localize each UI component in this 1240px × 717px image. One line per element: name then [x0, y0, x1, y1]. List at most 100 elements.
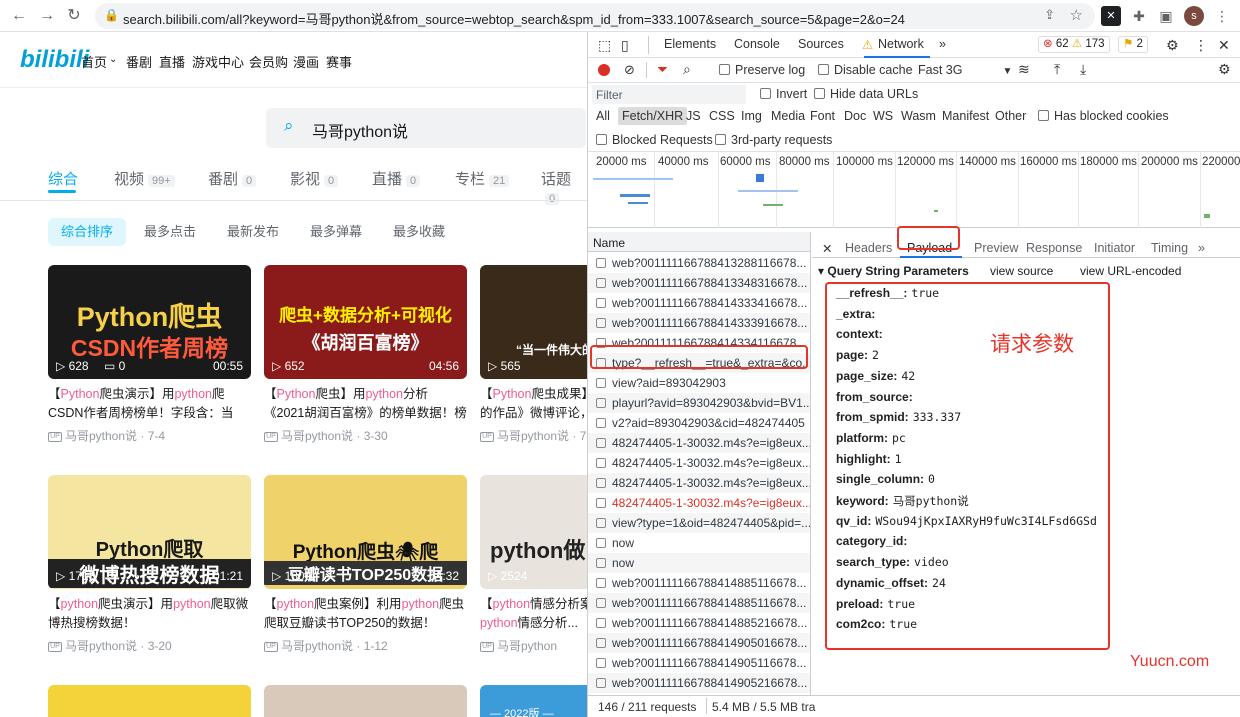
hide-data-urls-checkbox[interactable]: Hide data URLs [814, 87, 918, 101]
view-source-link[interactable]: view source [990, 264, 1053, 278]
nav-anime[interactable]: 番剧 [126, 52, 152, 71]
invert-checkbox[interactable]: Invert [760, 87, 807, 101]
request-row[interactable]: web?001111166788414885116678... [588, 593, 810, 613]
request-row[interactable]: web?001111166788414333416678... [588, 293, 810, 313]
tab-initiator[interactable]: Initiator [1094, 241, 1135, 255]
view-url-encoded-link[interactable]: view URL-encoded [1080, 264, 1181, 278]
menu-icon[interactable]: ⋮ [1212, 6, 1232, 26]
type-css[interactable]: CSS [709, 109, 735, 123]
video-thumbnail[interactable]: — 2022版 — [480, 685, 587, 717]
video-thumbnail[interactable] [264, 685, 467, 717]
request-row[interactable]: web?001111166788413288116678... [588, 253, 810, 273]
wifi-icon[interactable]: ≋ [1018, 61, 1030, 78]
nav-shop[interactable]: 会员购 [249, 52, 288, 71]
puzzle-icon[interactable]: ✚ [1129, 6, 1149, 26]
close-icon[interactable]: ✕ [822, 241, 832, 256]
video-author[interactable]: UP 马哥python说 · 7-4 [48, 427, 165, 444]
sort-danmaku[interactable]: 最多弹幕 [297, 218, 375, 246]
video-thumbnail[interactable]: “当一件伟大的作 ▷ 565 [480, 265, 587, 379]
video-title[interactable]: 【python情感分析案例】python情感分析... [480, 595, 587, 633]
sort-clicks[interactable]: 最多点击 [131, 218, 209, 246]
tab-elements[interactable]: Elements [664, 37, 716, 51]
kebab-menu-icon[interactable]: ⋮ [1194, 37, 1208, 54]
gear-icon[interactable]: ⚙ [1218, 61, 1231, 78]
request-row[interactable]: 482474405-1-30032.m4s?e=ig8eux... [588, 493, 810, 513]
video-card[interactable]: 爬虫+数据分析+可视化 《胡润百富榜》 ▷ 652 04:56 【Python爬… [264, 265, 467, 465]
request-row[interactable]: 482474405-1-30032.m4s?e=ig8eux... [588, 453, 810, 473]
console-counts[interactable]: ⊗ 62 ⚠ 173 [1038, 36, 1110, 53]
request-row[interactable]: web?001111166788414905216678... [588, 673, 810, 693]
sort-default[interactable]: 综合排序 [48, 218, 127, 246]
video-author[interactable]: UP马哥python说 · 7- [480, 427, 587, 444]
type-media[interactable]: Media [771, 109, 805, 123]
video-title[interactable]: 【Python爬虫】用python分析《2021胡润百富榜》的榜单数据！榜单..… [264, 385, 467, 423]
request-row[interactable]: view?aid=893042903 [588, 373, 810, 393]
type-ws[interactable]: WS [873, 109, 893, 123]
type-js[interactable]: JS [686, 109, 701, 123]
request-row[interactable]: now [588, 553, 810, 573]
forward-icon[interactable]: → [36, 5, 58, 27]
tab-timing[interactable]: Timing [1151, 241, 1188, 255]
video-author[interactable]: UP 马哥python说 · 3-30 [264, 427, 388, 444]
network-timeline[interactable]: 20000 ms 40000 ms 60000 ms 80000 ms 1000… [588, 152, 1240, 228]
request-row[interactable]: web?001111166788414885216678... [588, 613, 810, 633]
video-card[interactable]: Python爬取 微博热搜榜数据 ▷ 1718 01:21 【python爬虫演… [48, 475, 251, 675]
issues-badge[interactable]: ⚑ 2 [1118, 36, 1148, 53]
video-thumbnail[interactable]: python做 ▷ 2524 [480, 475, 587, 589]
video-thumbnail[interactable]: 爬虫+数据分析+可视化 《胡润百富榜》 ▷ 652 04:56 [264, 265, 467, 379]
type-manifest[interactable]: Manifest [942, 109, 989, 123]
more-tabs-icon[interactable]: » [1198, 241, 1205, 255]
nav-live[interactable]: 直播 [159, 52, 185, 71]
filter-input[interactable]: Filter [592, 85, 746, 104]
close-icon[interactable]: ✕ [1218, 37, 1230, 54]
blocked-requests-checkbox[interactable]: Blocked Requests [596, 133, 713, 147]
tab-video[interactable]: 视频 99+ [114, 168, 175, 189]
request-row[interactable]: web?001111166788414905116678... [588, 653, 810, 673]
video-card[interactable]: Python爬虫 CSDN作者周榜 ▷ 628 ▭ 0 00:55 【Pytho… [48, 265, 251, 465]
tab-network[interactable]: Network [878, 37, 924, 51]
tab-all[interactable]: 综合 [48, 168, 78, 189]
name-header[interactable]: Name [588, 232, 810, 252]
tab-console[interactable]: Console [734, 37, 780, 51]
tab-live[interactable]: 直播 0 [372, 168, 421, 189]
video-card[interactable]: “当一件伟大的作 ▷ 565 【Python爬虫成果】的作品》微博评论， UP马… [480, 265, 587, 465]
video-title[interactable]: 【Python爬虫成果】的作品》微博评论， [480, 385, 587, 423]
nav-manga[interactable]: 漫画 [293, 52, 319, 71]
request-row[interactable]: playurl?avid=893042903&bvid=BV1... [588, 393, 810, 413]
address-bar[interactable]: 🔒 search.bilibili.com/all?keyword=马哥pyth… [95, 3, 1095, 29]
video-thumbnail[interactable] [48, 685, 251, 717]
upload-icon[interactable]: ⤒ [1054, 61, 1060, 78]
sort-newest[interactable]: 最新发布 [214, 218, 292, 246]
inspect-icon[interactable]: ⬚ [598, 37, 611, 54]
request-row[interactable]: 482474405-1-30032.m4s?e=ig8eux... [588, 473, 810, 493]
type-img[interactable]: Img [741, 109, 762, 123]
preserve-log-checkbox[interactable]: Preserve log [719, 63, 805, 77]
video-author[interactable]: UP 马哥python说 · 3-20 [48, 637, 172, 654]
request-row[interactable]: web?001111166788413348316678... [588, 273, 810, 293]
video-card[interactable]: Python爬虫🕷爬 豆瓣读书TOP250数据 ▷ 1800 04:32 【py… [264, 475, 467, 675]
filter-icon[interactable]: ⏷ [657, 61, 668, 78]
bookmark-star-icon[interactable]: ☆ [1070, 6, 1083, 24]
nav-games[interactable]: 游戏中心 [192, 52, 244, 71]
request-row[interactable]: 482474405-1-30032.m4s?e=ig8eux... [588, 433, 810, 453]
gear-icon[interactable]: ⚙ [1166, 37, 1179, 54]
video-thumbnail[interactable]: Python爬虫 CSDN作者周榜 ▷ 628 ▭ 0 00:55 [48, 265, 251, 379]
search-icon[interactable]: ⌕ [683, 61, 691, 78]
device-icon[interactable]: ▯ [621, 37, 629, 54]
clear-icon[interactable]: ⊘ [624, 62, 635, 78]
type-doc[interactable]: Doc [844, 109, 866, 123]
record-icon[interactable] [598, 64, 610, 76]
sidebar-icon[interactable]: ▣ [1156, 6, 1176, 26]
video-title[interactable]: 【Python爬虫演示】用python爬CSDN作者周榜榜单！字段含：当前... [48, 385, 251, 423]
back-icon[interactable]: ← [8, 5, 30, 27]
download-icon[interactable]: ⤓ [1080, 61, 1086, 78]
more-tabs-icon[interactable]: » [939, 37, 946, 51]
disable-cache-checkbox[interactable]: Disable cache [818, 63, 913, 77]
video-author[interactable]: UP 马哥python [480, 637, 557, 654]
sort-favorites[interactable]: 最多收藏 [380, 218, 458, 246]
video-author[interactable]: UP 马哥python说 · 1-12 [264, 637, 388, 654]
tab-response[interactable]: Response [1026, 241, 1082, 255]
has-blocked-cookies-checkbox[interactable]: Has blocked cookies [1038, 109, 1169, 123]
share-icon[interactable]: ⇪ [1044, 7, 1055, 23]
tab-sources[interactable]: Sources [798, 37, 844, 51]
